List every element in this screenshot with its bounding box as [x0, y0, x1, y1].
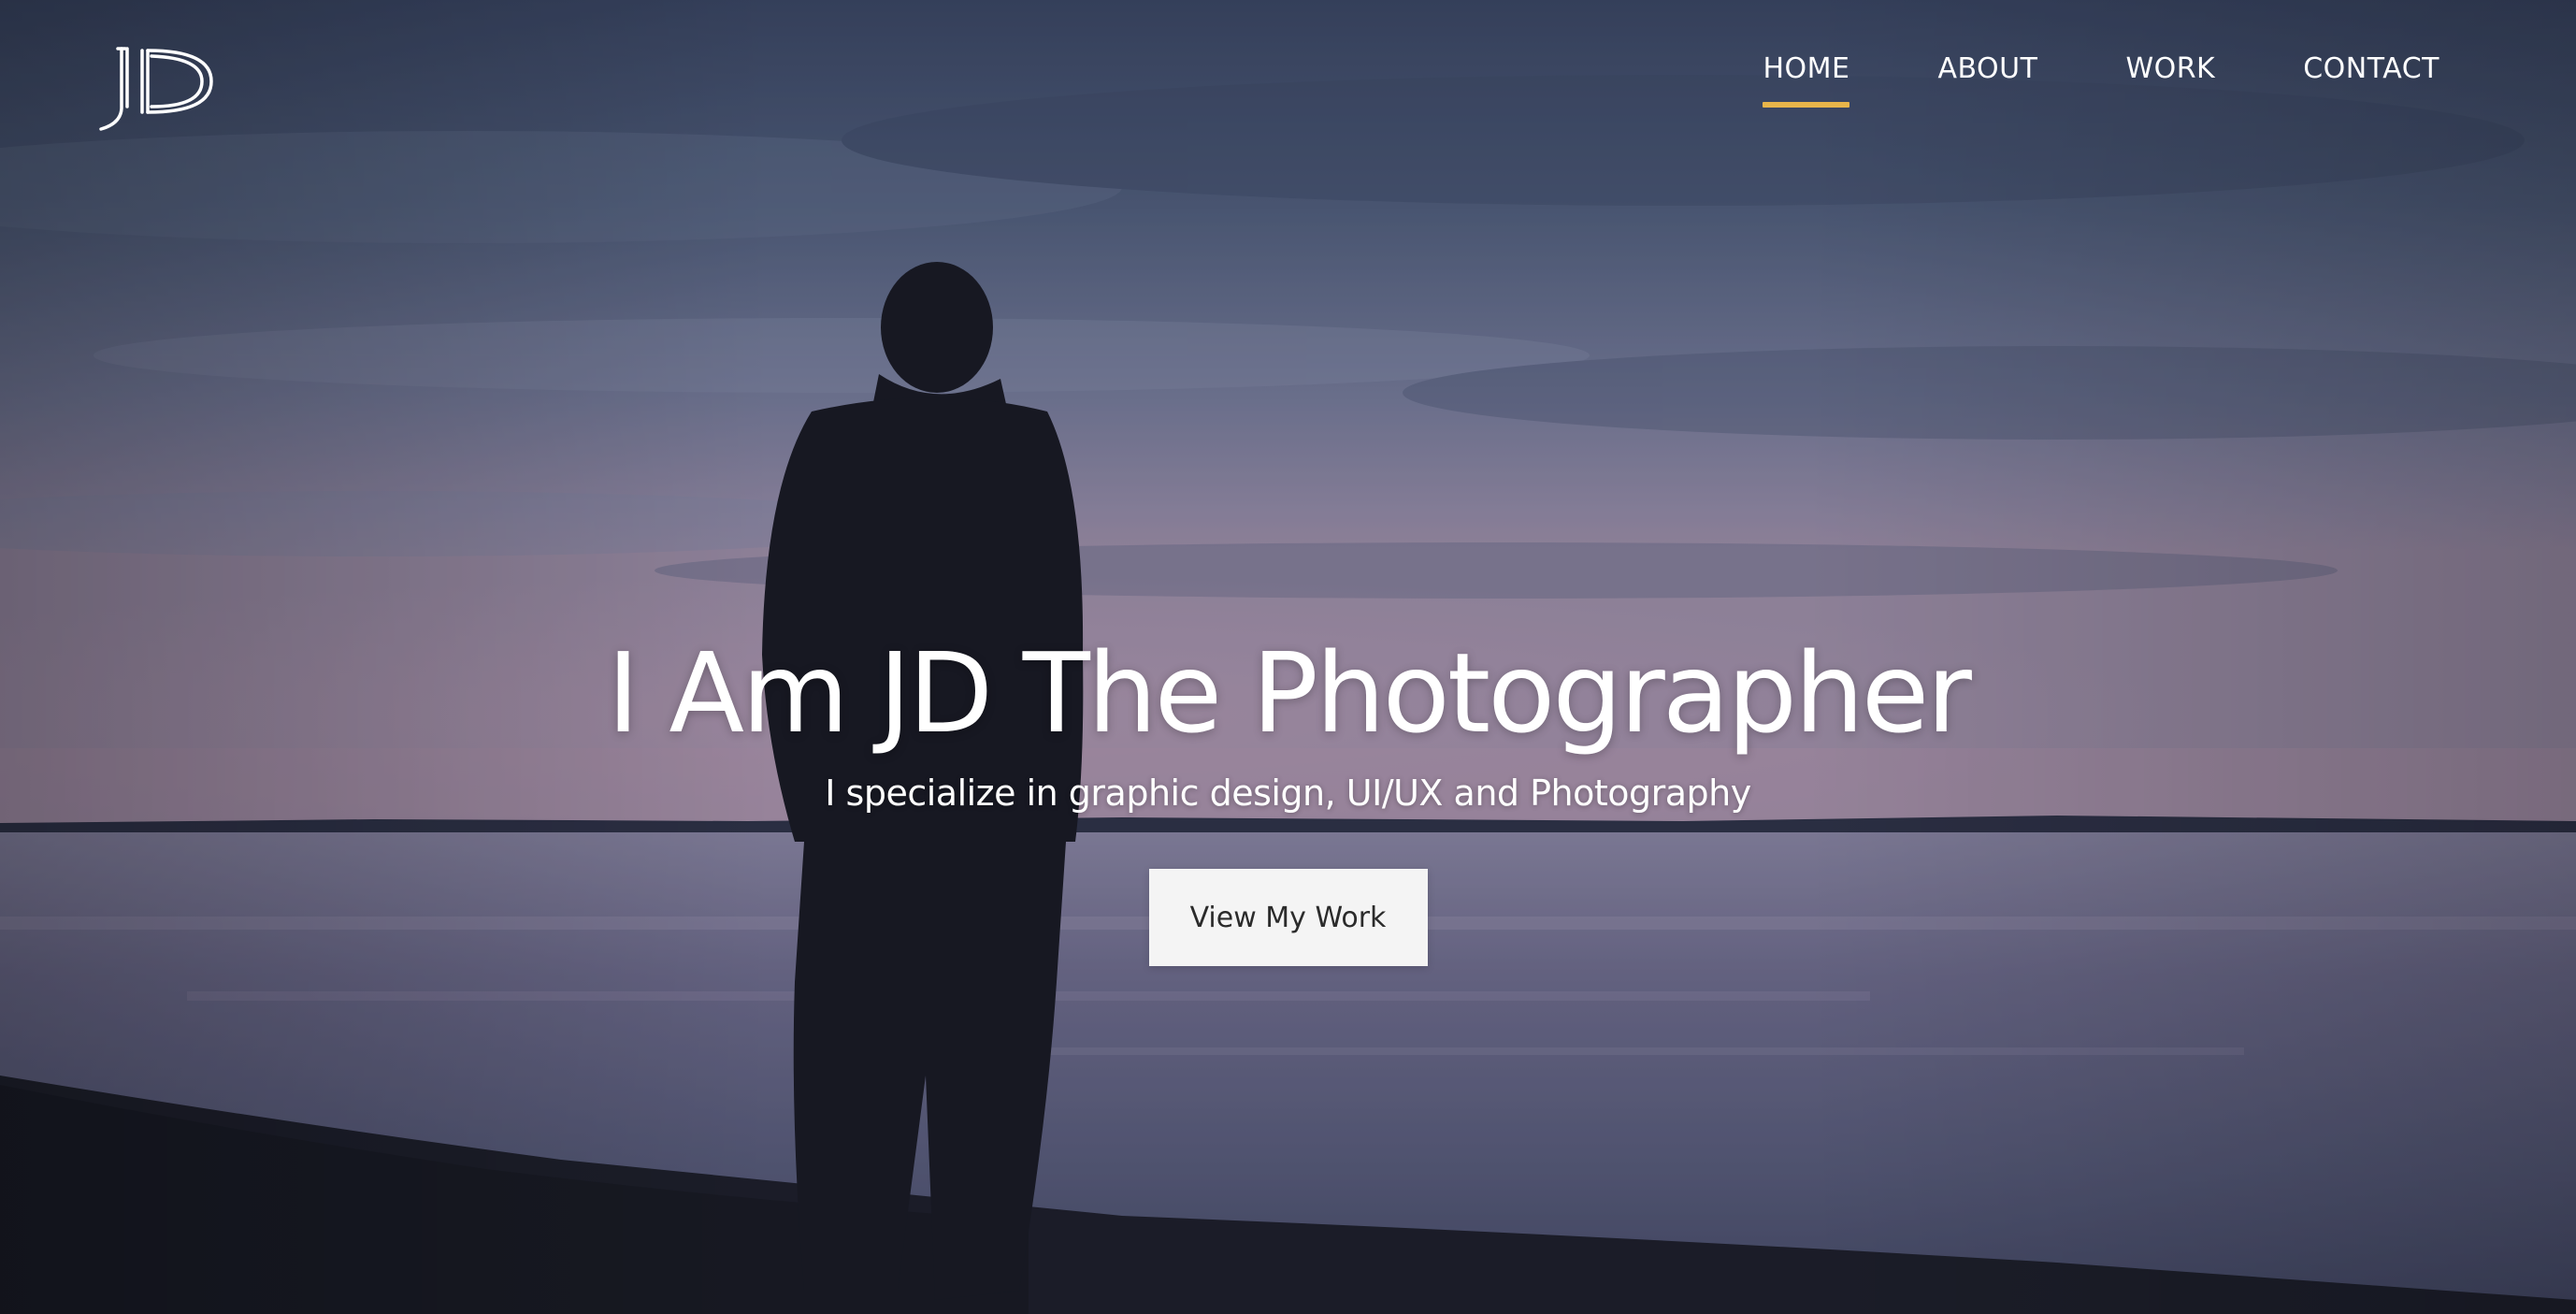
main-navigation: HOME ABOUT WORK CONTACT [1763, 52, 2439, 108]
hero-subtitle: I specialize in graphic design, UI/UX an… [825, 772, 1751, 814]
hero-section: HOME ABOUT WORK CONTACT I Am JD The Phot… [0, 0, 2576, 1314]
view-my-work-button[interactable]: View My Work [1148, 869, 1428, 967]
nav-item-home[interactable]: HOME [1763, 52, 1850, 108]
nav-item-contact[interactable]: CONTACT [2303, 52, 2439, 108]
jd-monogram-logo-icon[interactable] [90, 41, 221, 135]
nav-item-work[interactable]: WORK [2125, 52, 2215, 108]
hero-content: I Am JD The Photographer I specialize in… [0, 628, 2576, 967]
hero-title: I Am JD The Photographer [607, 628, 1972, 758]
nav-item-about[interactable]: ABOUT [1937, 52, 2037, 108]
